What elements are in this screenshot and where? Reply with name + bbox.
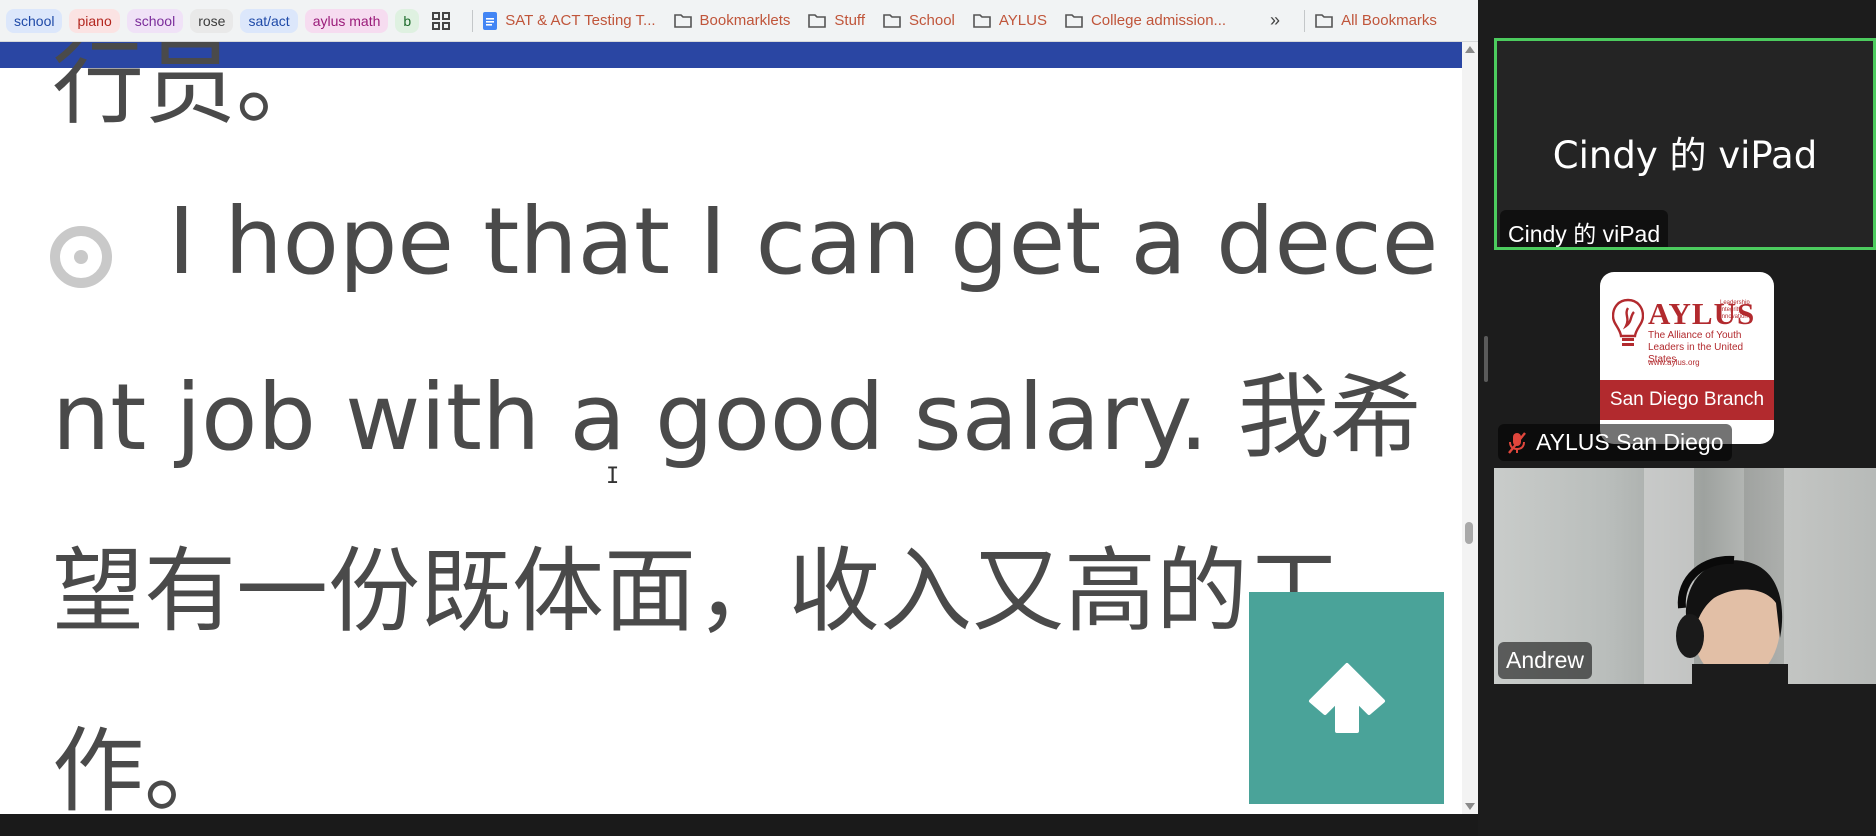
all-bookmarks-label: All Bookmarks bbox=[1341, 12, 1437, 29]
web-page-content: 行员。 I hope that I can get a dece nt job … bbox=[0, 42, 1478, 814]
bookmark-label: SAT & ACT Testing T... bbox=[505, 12, 656, 29]
bookmark-chip-school[interactable]: school bbox=[6, 8, 63, 33]
scroll-down-arrow-icon[interactable] bbox=[1465, 803, 1475, 810]
text-line-3: 望有一份既体面，收入又高的工 bbox=[52, 538, 1341, 645]
bookmark-folder-bookmarklets[interactable]: Bookmarklets bbox=[673, 12, 791, 29]
folder-icon bbox=[1065, 13, 1083, 28]
bookmark-sat-act-testing[interactable]: SAT & ACT Testing T... bbox=[483, 11, 656, 30]
aylus-url: www.aylus.org bbox=[1648, 358, 1700, 367]
scrollbar-thumb[interactable] bbox=[1465, 522, 1473, 544]
participant-tile-cindy[interactable]: Cindy 的 viPad Cindy 的 viPad bbox=[1494, 38, 1876, 250]
microphone-muted-icon bbox=[1506, 431, 1528, 455]
all-bookmarks-button[interactable]: All Bookmarks bbox=[1315, 12, 1437, 29]
text-line-0: 行员。 bbox=[52, 42, 329, 137]
aylus-tagline: Leadership Integrity Innovation bbox=[1720, 300, 1750, 320]
folder-icon bbox=[808, 13, 827, 28]
bookmarks-bar: school piano school rose sat/act aylus m… bbox=[0, 0, 1478, 42]
lightbulb-logo-icon bbox=[1612, 298, 1644, 346]
folder-icon bbox=[1315, 13, 1333, 28]
bookmarks-divider bbox=[472, 9, 474, 32]
participant-name-label: Cindy 的 viPad bbox=[1500, 210, 1669, 247]
bookmark-label: AYLUS bbox=[998, 12, 1047, 29]
bookmark-label: Stuff bbox=[834, 12, 866, 29]
bookmark-label: College admission... bbox=[1090, 12, 1227, 29]
participant-name: Cindy 的 viPad bbox=[1508, 221, 1661, 247]
bookmarks-divider bbox=[1304, 9, 1306, 32]
bookmark-folder-college-admission[interactable]: College admission... bbox=[1065, 12, 1226, 29]
bookmark-folder-school[interactable]: School bbox=[883, 12, 955, 29]
folder-icon bbox=[673, 13, 692, 28]
bottom-bar bbox=[0, 814, 1478, 836]
text-line-4: 作。 bbox=[52, 718, 237, 815]
arrow-up-icon bbox=[1308, 663, 1385, 733]
aylus-logo: AYLUS Leadership Integrity Innovation Th… bbox=[1600, 272, 1774, 444]
participant-name-label: AYLUS San Diego bbox=[1498, 424, 1732, 461]
scroll-to-top-button[interactable] bbox=[1249, 592, 1444, 804]
page-scrollbar[interactable] bbox=[1462, 42, 1478, 814]
bookmark-label: Bookmarklets bbox=[699, 12, 791, 29]
bookmark-folder-stuff[interactable]: Stuff bbox=[808, 12, 865, 29]
text-line-2: nt job with a good salary. 我希 bbox=[52, 364, 1422, 471]
text-cursor-icon: I bbox=[606, 464, 620, 489]
bookmark-chip-sat-act[interactable]: sat/act bbox=[240, 8, 298, 33]
bookmark-chip-rose[interactable]: rose bbox=[190, 8, 234, 33]
participant-name-label: Andrew bbox=[1498, 642, 1592, 679]
bookmark-chip-school-2[interactable]: school bbox=[126, 8, 184, 33]
bookmark-label: School bbox=[909, 12, 955, 29]
more-bookmarks-chevron-icon[interactable]: » bbox=[1270, 10, 1280, 31]
participant-display-name: Cindy 的 viPad bbox=[1552, 134, 1818, 177]
aylus-branch: San Diego Branch bbox=[1600, 380, 1774, 420]
participant-name: AYLUS San Diego bbox=[1536, 429, 1724, 455]
text-line-1: I hope that I can get a dece bbox=[168, 188, 1439, 295]
radio-bullet-icon[interactable] bbox=[50, 226, 112, 288]
participant-name: Andrew bbox=[1506, 647, 1584, 673]
bookmark-folder-aylus[interactable]: AYLUS bbox=[973, 12, 1047, 29]
panel-scrollbar[interactable] bbox=[1484, 336, 1488, 382]
folder-icon bbox=[973, 13, 991, 28]
bookmark-chip-piano[interactable]: piano bbox=[69, 8, 120, 33]
folder-icon bbox=[883, 13, 901, 28]
bookmark-chip-b[interactable]: b bbox=[395, 8, 420, 33]
google-docs-icon bbox=[483, 11, 498, 30]
scroll-up-arrow-icon[interactable] bbox=[1465, 46, 1475, 53]
apps-grid-icon[interactable] bbox=[430, 10, 452, 32]
bookmark-chip-aylus-math[interactable]: aylus math bbox=[304, 8, 389, 33]
